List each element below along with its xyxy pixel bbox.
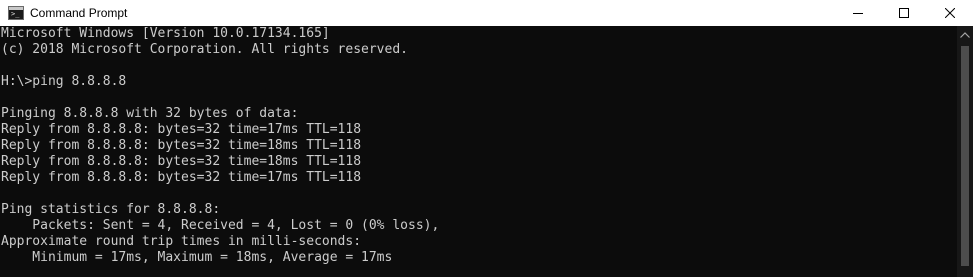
minimize-icon — [853, 13, 863, 14]
scroll-up-arrow-icon — [960, 32, 970, 38]
cmd-icon-prompt-glyph: >_ — [11, 10, 20, 18]
vertical-scrollbar[interactable] — [957, 26, 973, 277]
console-line-packets: Packets: Sent = 4, Received = 4, Lost = … — [1, 218, 440, 233]
console-line-rtt-header: Approximate round trip times in milli-se… — [1, 234, 362, 249]
console-line-version: Microsoft Windows [Version 10.0.17134.16… — [1, 26, 330, 41]
title-bar[interactable]: >_ Command Prompt — [0, 0, 973, 26]
console-line-rtt-values: Minimum = 17ms, Maximum = 18ms, Average … — [1, 250, 393, 265]
console-line-statistics-header: Ping statistics for 8.8.8.8: — [1, 202, 221, 217]
window-title: Command Prompt — [30, 6, 128, 20]
maximize-button[interactable] — [881, 0, 927, 26]
cmd-icon[interactable]: >_ — [8, 6, 24, 20]
console-line-copyright: (c) 2018 Microsoft Corporation. All righ… — [1, 42, 408, 57]
minimize-button[interactable] — [835, 0, 881, 26]
close-button[interactable] — [927, 0, 973, 26]
console-line-reply: Reply from 8.8.8.8: bytes=32 time=17ms T… — [1, 122, 362, 137]
console-line-reply: Reply from 8.8.8.8: bytes=32 time=18ms T… — [1, 138, 362, 153]
command-prompt-window: >_ Command Prompt Microsoft Windows [Ver… — [0, 0, 973, 277]
close-icon — [945, 8, 955, 18]
console-line-reply: Reply from 8.8.8.8: bytes=32 time=18ms T… — [1, 154, 362, 169]
maximize-icon — [899, 8, 909, 18]
console-line-blank — [0, 90, 957, 106]
console-line-pinging: Pinging 8.8.8.8 with 32 bytes of data: — [1, 106, 299, 121]
console-line-blank — [0, 186, 957, 202]
scroll-up-button[interactable] — [957, 26, 973, 43]
console-output[interactable]: Microsoft Windows [Version 10.0.17134.16… — [0, 26, 957, 277]
console-line-ping-command: H:\>ping 8.8.8.8 — [1, 74, 127, 89]
scrollbar-thumb[interactable] — [961, 46, 969, 266]
console-line-blank — [0, 58, 957, 74]
console-line-reply: Reply from 8.8.8.8: bytes=32 time=17ms T… — [1, 170, 362, 185]
